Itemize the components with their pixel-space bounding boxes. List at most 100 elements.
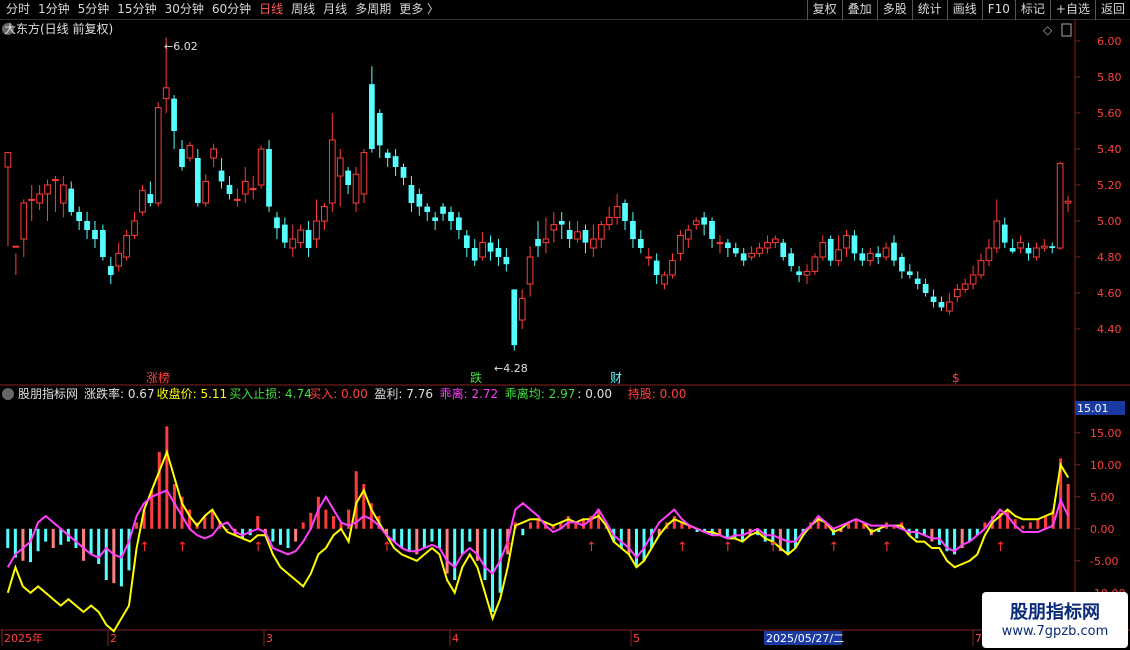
candle xyxy=(100,224,106,261)
candle-body xyxy=(107,266,114,275)
candle-body xyxy=(257,148,265,186)
candle-body xyxy=(906,271,913,275)
candle-body xyxy=(305,230,312,248)
watermark-title: 股朋指标网 xyxy=(1010,602,1100,623)
histogram-bar xyxy=(1006,509,1010,529)
candle-body xyxy=(542,238,550,244)
histogram-bar xyxy=(59,528,63,545)
indicator-field: : 0.00 xyxy=(577,387,612,401)
candle-body xyxy=(977,260,985,276)
candle-body xyxy=(725,242,731,248)
indicator-values: 涨跌率: 0.67 收盘价: 5.11 买入止损: 4.74买入: 0.00 盈利: … xyxy=(84,386,686,401)
candle-body xyxy=(123,234,130,258)
candle xyxy=(811,253,819,275)
price-tick-label: 5.80 xyxy=(1097,71,1122,84)
event-label[interactable]: 跌 xyxy=(470,370,482,385)
candle-body xyxy=(788,253,795,266)
candle-body xyxy=(210,148,217,159)
candle-body xyxy=(147,194,154,203)
candle-body xyxy=(771,238,779,244)
candle-body xyxy=(392,156,399,167)
candle-body xyxy=(463,235,470,248)
candle-body xyxy=(321,206,328,222)
candle-body xyxy=(969,274,977,285)
candle-body xyxy=(993,220,1001,249)
candle-body xyxy=(179,149,185,167)
histogram-bar xyxy=(135,522,139,529)
histogram-bar xyxy=(74,528,78,548)
diamond-icon[interactable]: ◇ xyxy=(1043,23,1053,37)
candle-body xyxy=(677,234,684,254)
indicator-tick-label: -5.00 xyxy=(1090,555,1118,568)
candle-body xyxy=(408,185,415,203)
histogram-bar xyxy=(89,528,93,555)
candle-body xyxy=(882,247,890,258)
indicator-tick-label: 0.00 xyxy=(1090,523,1115,536)
buy-arrow-icon: ↑ xyxy=(253,540,264,555)
event-label[interactable]: $ xyxy=(952,371,960,385)
price-tick-label: 5.00 xyxy=(1097,215,1122,228)
candle-body xyxy=(740,253,747,261)
histogram-bar xyxy=(1028,522,1032,529)
candle-body xyxy=(835,249,842,262)
buy-arrow-icon: ↑ xyxy=(177,540,188,555)
candle-body xyxy=(669,260,676,276)
candle-body xyxy=(76,212,83,221)
candle-body xyxy=(938,302,945,308)
candle-body xyxy=(162,87,170,100)
candle-body xyxy=(701,217,707,225)
candle-body xyxy=(352,173,360,204)
candle-body xyxy=(503,257,510,265)
candle-body xyxy=(622,203,628,221)
candle-body xyxy=(684,229,692,240)
candle-body xyxy=(471,248,478,261)
buy-arrow-icon: ↑ xyxy=(722,540,733,555)
candle-body xyxy=(732,248,739,254)
candle-body xyxy=(360,152,368,195)
watermark: 股朋指标网 www.7gpzb.com xyxy=(982,592,1128,648)
candle-body xyxy=(914,278,921,284)
candle-body xyxy=(922,284,929,293)
buy-arrow-icon: ↑ xyxy=(586,540,597,555)
candle-body xyxy=(756,247,763,254)
indicator-name: 股朋指标网 xyxy=(18,386,78,401)
low-price-label: ←4.28 xyxy=(494,362,528,375)
histogram-bar xyxy=(733,528,737,539)
price-tick-label: 5.20 xyxy=(1097,179,1122,192)
indicator-menu-icon[interactable] xyxy=(2,388,14,400)
candle-body xyxy=(241,180,249,195)
candle-body xyxy=(811,256,819,272)
candle-body xyxy=(1025,248,1032,254)
indicator-field: 持股: 0.00 xyxy=(628,386,687,401)
price-tick-label: 5.60 xyxy=(1097,107,1122,120)
candle-body xyxy=(226,185,233,194)
histogram-bar xyxy=(445,528,449,574)
cursor-date: 2025/05/27/二 xyxy=(766,632,844,645)
event-label[interactable]: 财 xyxy=(610,371,622,385)
histogram-bar xyxy=(407,528,411,552)
histogram-bar xyxy=(634,528,638,568)
stock-chart-area[interactable]: 6.00 5.80 5.60 5.40 5.20 5.00 4.80 4.60 4.40 ←6.… xyxy=(0,0,1130,650)
candle-body xyxy=(946,301,953,312)
histogram-bar xyxy=(112,528,116,584)
histogram-bar xyxy=(521,528,525,536)
candle-body xyxy=(709,221,715,239)
indicator-field: 买入止损: 4.74 xyxy=(229,387,312,401)
candle-body xyxy=(780,242,787,257)
price-tick-label: 4.60 xyxy=(1097,287,1122,300)
candle-body xyxy=(637,239,644,248)
chart-title: 大东方(日线 前复权) xyxy=(4,21,113,36)
candle-body xyxy=(827,239,834,261)
indicator-field: 乖离: 2.72 xyxy=(440,386,499,401)
event-label[interactable]: 涨榜 xyxy=(146,370,170,385)
buy-arrow-icon: ↑ xyxy=(828,540,839,555)
candle-body xyxy=(495,248,502,257)
histogram-bar xyxy=(51,528,55,548)
price-tick-label: 6.00 xyxy=(1097,35,1122,48)
candle-body xyxy=(985,247,993,262)
histogram-bar xyxy=(157,452,161,529)
candle-body xyxy=(558,221,565,225)
buy-arrow-icon: ↑ xyxy=(503,540,514,555)
candle-body xyxy=(961,283,969,290)
candle-body xyxy=(384,152,391,158)
